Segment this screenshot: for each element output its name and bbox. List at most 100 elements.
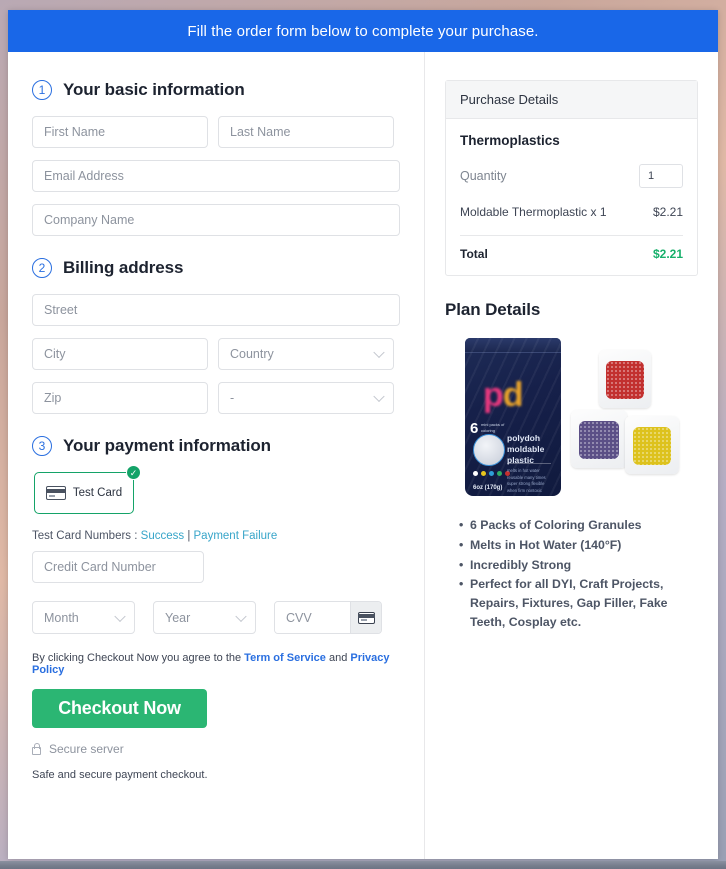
- list-item: Incredibly Strong: [459, 556, 698, 575]
- line-item-name: Moldable Thermoplastic x 1: [460, 205, 607, 219]
- test-card-numbers-prefix: Test Card Numbers :: [32, 530, 141, 542]
- checkout-now-button[interactable]: Checkout Now: [32, 689, 207, 728]
- link-separator: |: [184, 530, 194, 542]
- quantity-row: Quantity 1: [460, 164, 683, 188]
- purchase-details-card: Purchase Details Thermoplastics Quantity…: [445, 80, 698, 277]
- country-select-value: Country: [230, 347, 274, 361]
- checkout-page: Fill the order form below to complete yo…: [8, 10, 718, 859]
- city-input[interactable]: City: [32, 338, 208, 370]
- section-header-billing-address: 2 Billing address: [32, 258, 400, 278]
- credit-card-number-input[interactable]: Credit Card Number: [32, 551, 204, 583]
- credit-card-icon: [45, 486, 66, 500]
- street-row: Street: [32, 294, 400, 326]
- expiry-year-value: Year: [165, 610, 191, 625]
- safe-checkout-note: Safe and secure payment checkout.: [32, 769, 208, 781]
- state-select[interactable]: -: [218, 382, 394, 414]
- test-card-option[interactable]: Test Card ✓: [34, 465, 141, 514]
- pouch-divider: [507, 463, 551, 465]
- order-form-column: 1 Your basic information First Name Last…: [8, 52, 424, 859]
- step-number-2: 2: [32, 258, 52, 278]
- company-row: Company Name: [32, 204, 400, 236]
- zip-state-row: Zip -: [32, 382, 400, 414]
- granule-fill-red: [606, 360, 644, 400]
- terms-text: By clicking Checkout Now you agree to th…: [32, 652, 400, 676]
- chevron-down-icon: [235, 610, 247, 622]
- test-card-numbers-line: Test Card Numbers : Success | Payment Fa…: [32, 530, 400, 542]
- state-select-value: -: [230, 391, 235, 405]
- quantity-input[interactable]: 1: [639, 164, 683, 188]
- product-image: pd 6 mini packs of coloring granules pol…: [453, 332, 683, 502]
- chevron-down-icon: [373, 346, 385, 359]
- terms-prefix: By clicking Checkout Now you agree to th…: [32, 652, 245, 664]
- name-row: First Name Last Name: [32, 116, 400, 148]
- selected-check-icon: ✓: [126, 465, 141, 480]
- city-country-row: City Country: [32, 338, 400, 370]
- brand-logo-p: p: [483, 376, 504, 415]
- cvv-input[interactable]: CVV: [275, 602, 350, 633]
- step-number-3: 3: [32, 436, 52, 456]
- window-bottom-chrome: [0, 861, 726, 869]
- page-body: 1 Your basic information First Name Last…: [8, 52, 718, 859]
- last-name-input[interactable]: Last Name: [218, 116, 394, 148]
- section-header-basic-information: 1 Your basic information: [32, 80, 400, 100]
- color-dots: [473, 471, 510, 477]
- payment-failure-card-link[interactable]: Payment Failure: [194, 530, 278, 542]
- plan-feature-list: 6 Packs of Coloring Granules Melts in Ho…: [445, 516, 698, 631]
- section-title-basic-information: Your basic information: [63, 80, 245, 99]
- expiry-month-select[interactable]: Month: [32, 601, 135, 634]
- cvv-group: CVV: [274, 601, 382, 634]
- purchase-details-header: Purchase Details: [446, 81, 697, 119]
- section-title-billing-address: Billing address: [63, 258, 184, 277]
- purchase-details-body: Thermoplastics Quantity 1 Moldable Therm…: [446, 119, 697, 275]
- quantity-label: Quantity: [460, 169, 507, 183]
- email-input[interactable]: Email Address: [32, 160, 400, 192]
- pouch-name-line-2: moldable: [507, 444, 545, 455]
- list-item: Perfect for all DYI, Craft Projects, Rep…: [459, 575, 698, 631]
- terms-mid: and: [325, 652, 351, 664]
- banner-message: Fill the order form below to complete yo…: [187, 22, 539, 40]
- pouch-six-number: 6: [470, 420, 479, 438]
- expiry-year-select[interactable]: Year: [153, 601, 256, 634]
- granule-pack-red: [599, 350, 651, 409]
- line-item-price: $2.21: [652, 205, 683, 219]
- summary-column: Purchase Details Thermoplastics Quantity…: [425, 52, 718, 859]
- granule-fill-yellow: [632, 426, 672, 466]
- section-title-payment-information: Your payment information: [63, 436, 271, 455]
- color-dot-blue: [489, 471, 494, 477]
- terms-of-service-link[interactable]: Term of Service: [244, 652, 326, 664]
- street-input[interactable]: Street: [32, 294, 400, 326]
- country-select[interactable]: Country: [218, 338, 394, 370]
- company-input[interactable]: Company Name: [32, 204, 400, 236]
- success-card-link[interactable]: Success: [141, 530, 184, 542]
- brand-logo-d: d: [502, 376, 524, 415]
- instruction-banner: Fill the order form below to complete yo…: [8, 10, 718, 52]
- cvv-help-button[interactable]: [350, 602, 381, 633]
- granule-pack-yellow: [625, 416, 679, 475]
- line-item-row: Moldable Thermoplastic x 1 $2.21: [460, 204, 683, 237]
- total-value: $2.21: [652, 247, 683, 262]
- granule-pack-purple: [571, 410, 627, 469]
- first-name-input[interactable]: First Name: [32, 116, 208, 148]
- list-item: Melts in Hot Water (140°F): [459, 536, 698, 555]
- product-name: Thermoplastics: [460, 133, 560, 148]
- list-item: 6 Packs of Coloring Granules: [459, 516, 698, 535]
- pouch-weight: 6oz (170g): [473, 485, 503, 492]
- step-number-1: 1: [32, 80, 52, 100]
- secure-server-label: Secure server: [49, 742, 124, 756]
- color-dot-yellow: [481, 471, 486, 477]
- product-pouch-graphic: pd 6 mini packs of coloring granules pol…: [465, 338, 561, 497]
- color-dot-white: [473, 471, 478, 477]
- color-dot-green: [497, 471, 502, 477]
- granule-fill-purple: [578, 420, 620, 460]
- test-card-label: Test Card: [72, 487, 123, 499]
- secure-server-row: Secure server: [32, 742, 400, 756]
- zip-input[interactable]: Zip: [32, 382, 208, 414]
- pouch-fine-print: melts in hot water reusable many times s…: [507, 468, 546, 493]
- pouch-product-name: polydoh moldable plastic: [507, 433, 544, 465]
- pouch-name-line-1: polydoh: [507, 433, 541, 444]
- credit-card-icon: [357, 611, 375, 624]
- email-row: Email Address: [32, 160, 400, 192]
- brand-logo: pd: [483, 376, 524, 415]
- section-header-payment-information: 3 Your payment information: [32, 436, 400, 456]
- expiry-month-value: Month: [44, 610, 79, 625]
